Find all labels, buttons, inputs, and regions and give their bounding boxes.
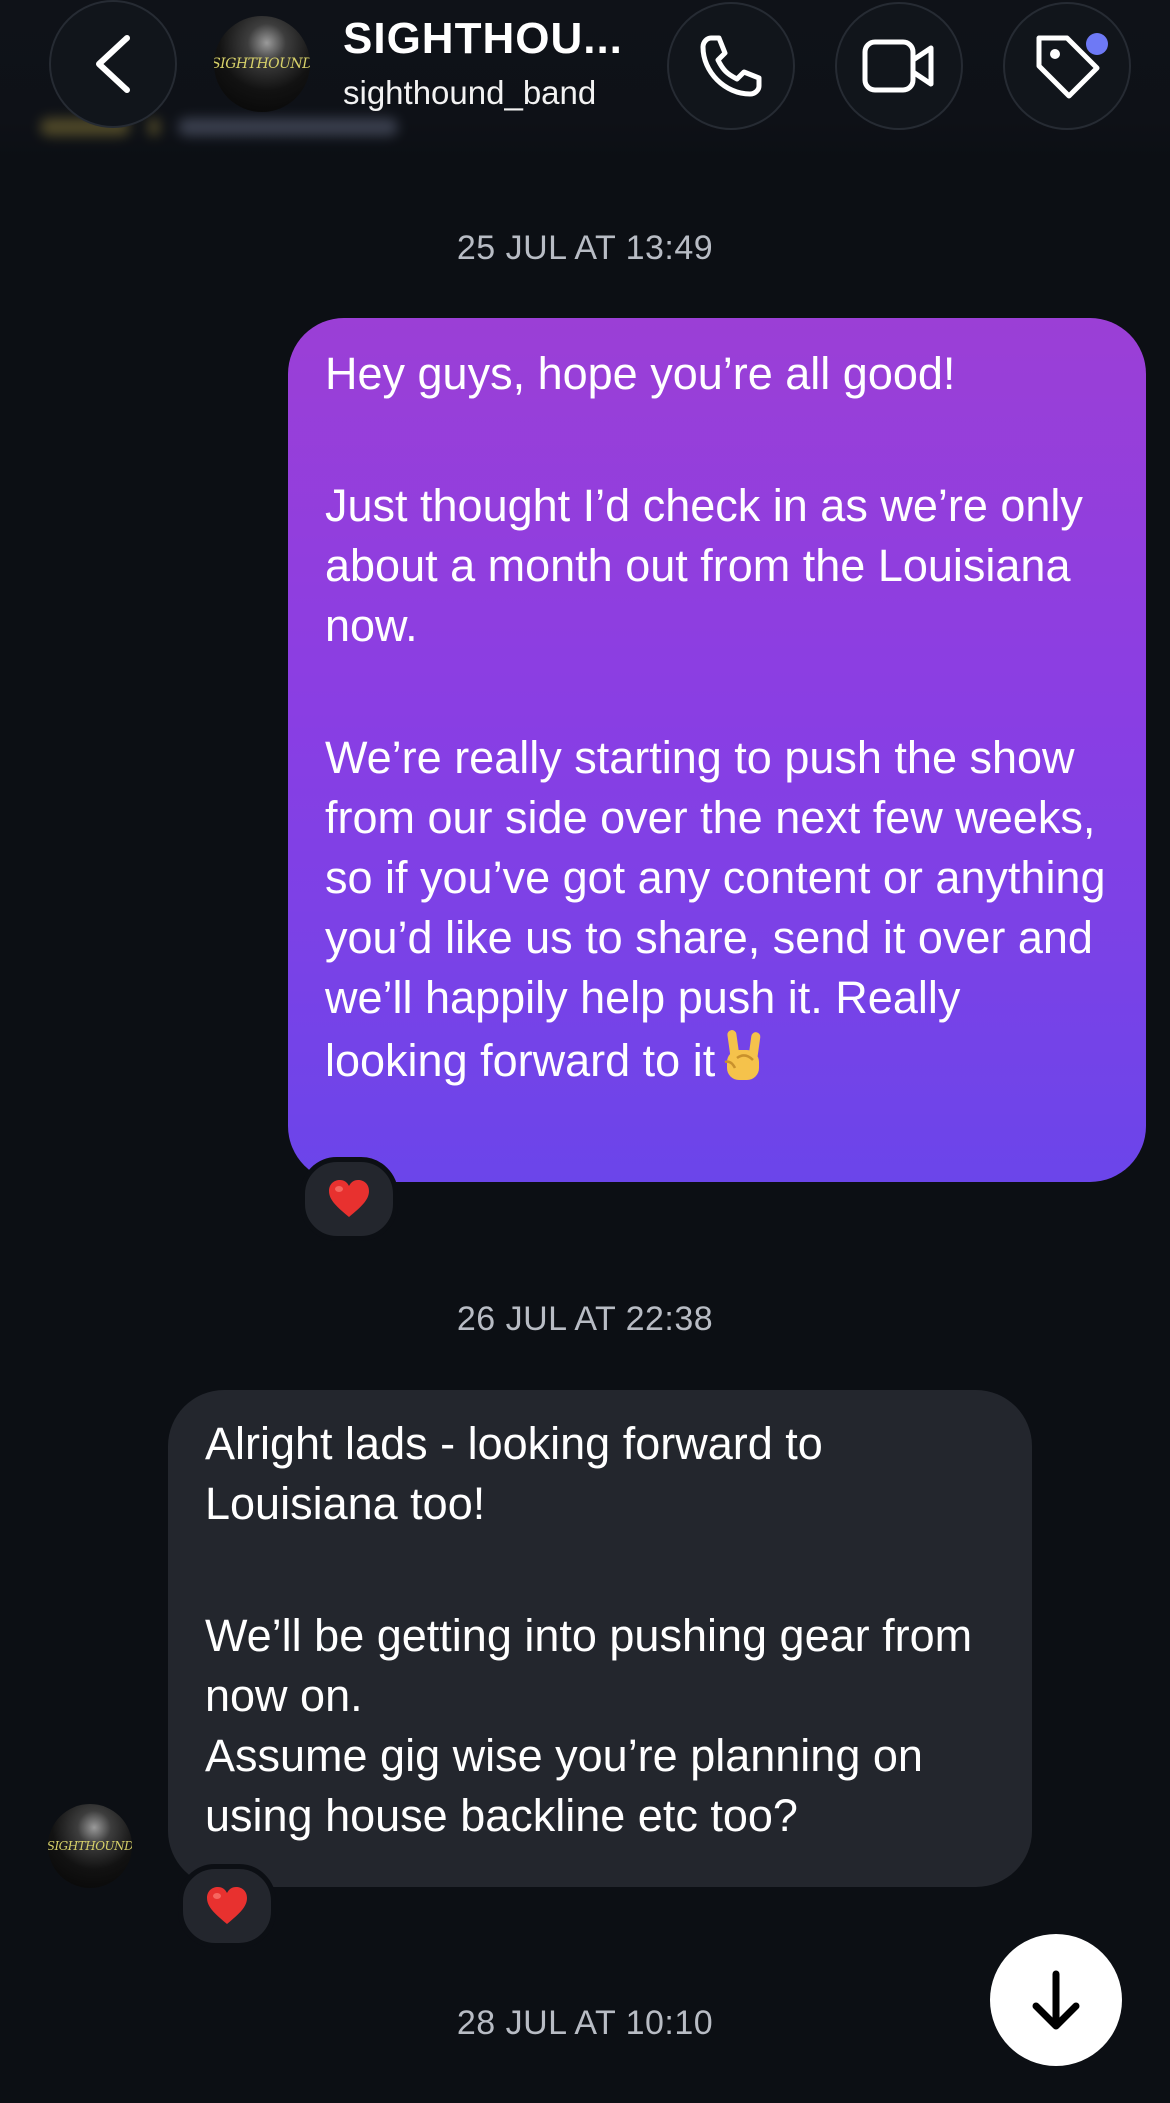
contact-avatar[interactable]: SIGHTHOUND: [214, 16, 310, 112]
incoming-message-bubble[interactable]: Alright lads - looking forward to Louisi…: [168, 1390, 1032, 1887]
chat-screen: SIGHTHOUND SIGHTHOU... sighthound_band 2…: [0, 0, 1170, 2103]
rock-on-hand-emoji: [723, 1028, 765, 1099]
arrow-down-icon: [1032, 1970, 1080, 2030]
timestamp: 26 JUL AT 22:38: [456, 1300, 714, 1338]
red-heart-emoji: [207, 1887, 247, 1924]
message-paragraph: We’re really starting to push the show f…: [325, 728, 1110, 1099]
heart-reaction[interactable]: [300, 1157, 398, 1241]
timestamp: 25 JUL AT 13:49: [456, 229, 714, 267]
sender-avatar[interactable]: SIGHTHOUND: [48, 1804, 132, 1888]
back-button[interactable]: [49, 0, 177, 128]
heart-reaction[interactable]: [178, 1864, 276, 1948]
tag-button[interactable]: [1003, 2, 1131, 130]
message-paragraph: Hey guys, hope you’re all good!: [325, 348, 956, 399]
notification-dot: [1086, 33, 1108, 55]
message-paragraph: Just thought I’d check in as we’re only …: [325, 480, 1083, 651]
video-call-button[interactable]: [835, 2, 963, 130]
message-text: We’re really starting to push the show f…: [325, 732, 1106, 1086]
phone-icon: [700, 35, 762, 97]
red-heart-emoji: [329, 1180, 369, 1217]
video-camera-icon: [862, 39, 934, 93]
chat-header: SIGHTHOUND SIGHTHOU... sighthound_band: [0, 0, 1170, 160]
chevron-left-icon: [96, 35, 130, 93]
voice-call-button[interactable]: [667, 2, 795, 130]
scroll-to-bottom-button[interactable]: [990, 1934, 1122, 2066]
contact-name[interactable]: SIGHTHOU...: [343, 14, 623, 54]
message-paragraph: We’ll be getting into pushing gear from …: [205, 1610, 973, 1841]
message-paragraph: Alright lads - looking forward to Louisi…: [205, 1418, 823, 1529]
outgoing-message-bubble[interactable]: Hey guys, hope you’re all good! Just tho…: [288, 318, 1146, 1182]
contact-handle[interactable]: sighthound_band: [343, 74, 596, 112]
